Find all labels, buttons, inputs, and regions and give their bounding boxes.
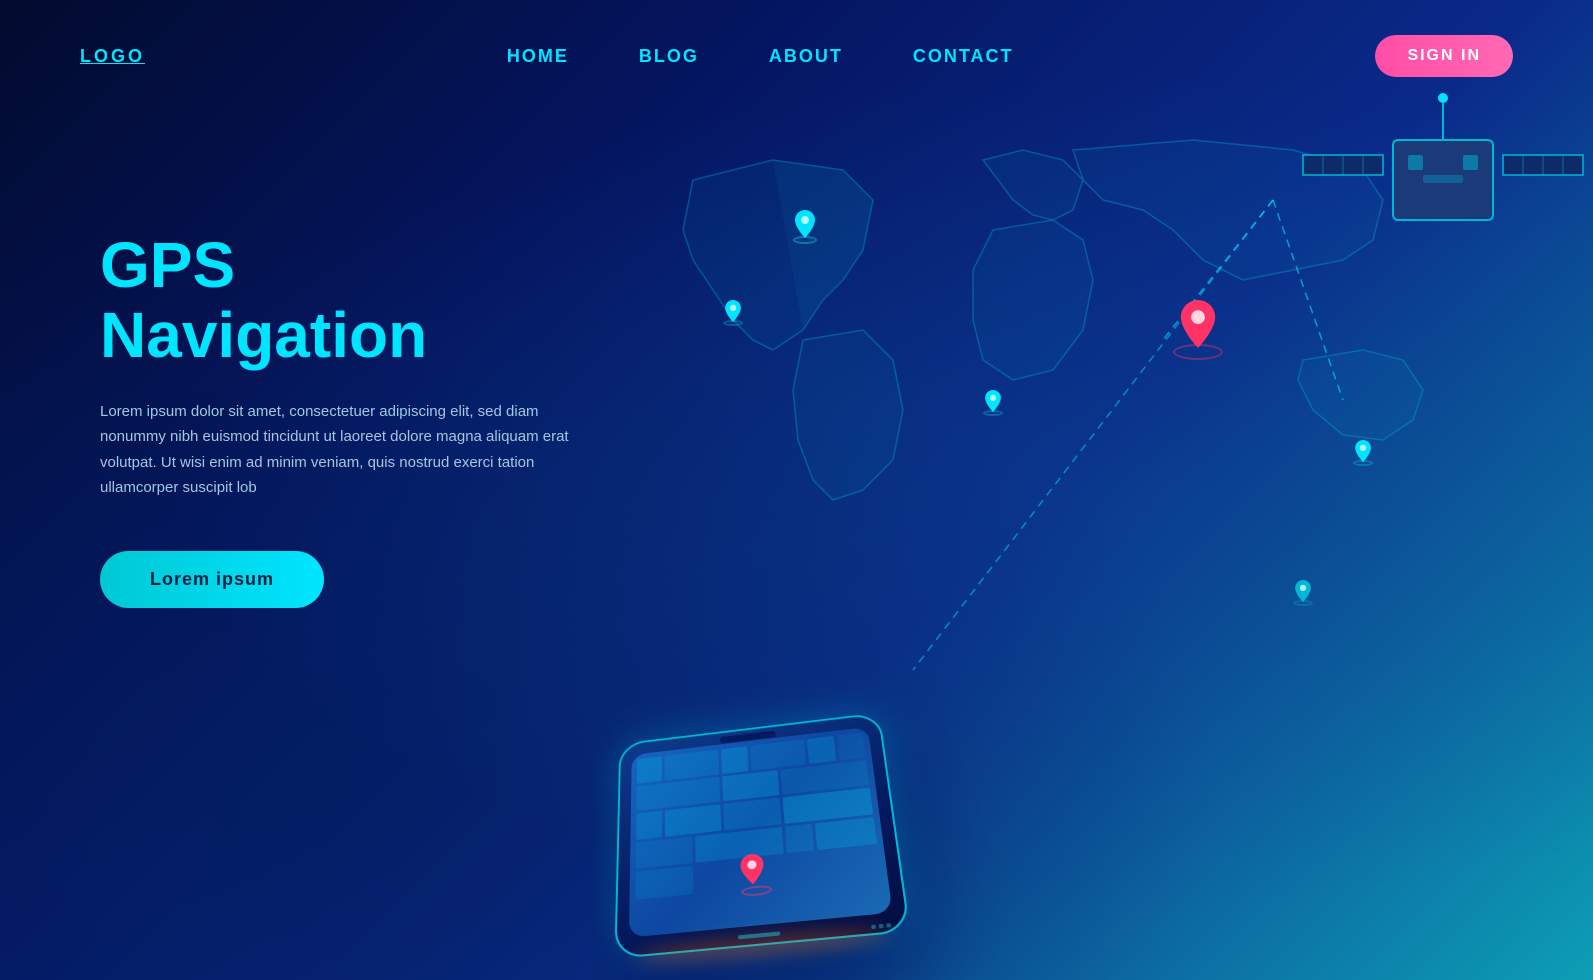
location-pin-red-main [1173,300,1223,360]
hero-description: Lorem ipsum dolor sit amet, consectetuer… [100,399,580,501]
phone-device [613,710,893,950]
location-pin-4 [983,390,1003,416]
location-pin-2 [723,300,743,326]
cta-button[interactable]: Lorem ipsum [100,551,324,608]
hero-right-section [593,0,1593,980]
nav-blog[interactable]: BLOG [639,46,699,67]
nav-home[interactable]: HOME [507,46,569,67]
nav-contact[interactable]: CONTACT [913,46,1014,67]
sign-in-button[interactable]: SIGN IN [1375,35,1513,77]
location-pin-6 [1293,580,1313,606]
location-pin-1 [793,210,817,244]
logo-link[interactable]: LOGO [80,46,145,67]
location-pin-5 [1353,440,1373,466]
nav-about[interactable]: ABOUT [769,46,843,67]
hero-title: GPS Navigation [100,230,580,371]
navigation: LOGO HOME BLOG ABOUT CONTACT SIGN IN [0,0,1593,112]
hero-left-section: GPS Navigation Lorem ipsum dolor sit ame… [100,230,580,608]
nav-center: HOME BLOG ABOUT CONTACT [507,46,1014,67]
